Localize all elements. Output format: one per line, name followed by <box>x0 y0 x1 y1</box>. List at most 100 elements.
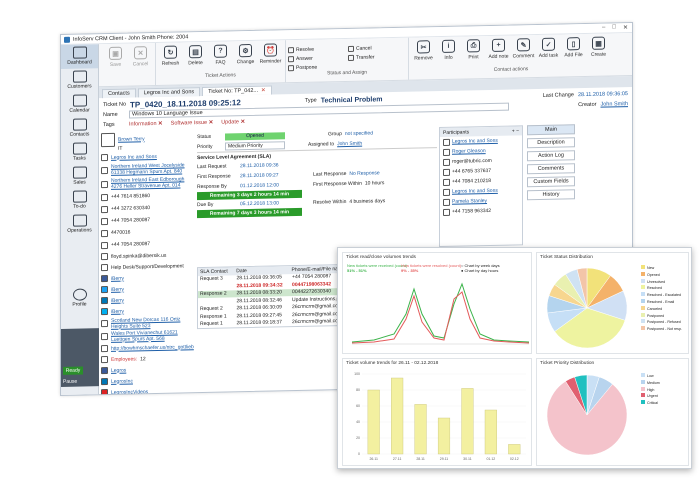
note-icon <box>101 263 108 272</box>
status-badge[interactable]: Opened <box>225 131 285 141</box>
comments-tab-button[interactable]: Comments <box>527 163 575 175</box>
y-tick-label: 100 <box>354 372 360 376</box>
ticket-type[interactable]: Technical Problem <box>321 96 383 104</box>
legend-item: Postponed <box>641 312 682 320</box>
action-log-tab-button[interactable]: Action Log <box>527 150 575 162</box>
priority-chart-panel: Ticket Priority Distribution Low Medium Hi… <box>536 358 689 466</box>
legend-label: Critical <box>647 401 658 406</box>
transfer-button[interactable]: Transfer <box>348 53 406 61</box>
comment-button[interactable]: ✎ Comment <box>511 38 536 60</box>
legend-label: Postponed - Not resp. <box>647 327 682 332</box>
status-pie <box>546 267 628 349</box>
x-tick-label: 28.11 <box>416 457 425 461</box>
pause-button[interactable]: Pause <box>63 379 77 385</box>
remove-tag-icon[interactable]: ✕ <box>240 119 245 125</box>
legend-label: Unresolved <box>647 279 666 284</box>
map-pin-icon <box>101 180 108 188</box>
legend-label: Resolved <box>647 286 662 291</box>
company-icon <box>101 153 108 162</box>
close-icon[interactable]: ✕ <box>623 24 628 31</box>
info-icon: i <box>442 39 455 53</box>
app-logo-icon <box>64 36 70 43</box>
priority-select[interactable]: Medium Priority <box>225 141 285 151</box>
y-tick-label: 80 <box>356 388 360 392</box>
legend-item: Postponed - Refused <box>641 319 682 326</box>
add-participant-icon[interactable]: + − <box>512 128 519 134</box>
nav-contacts[interactable]: Contacts <box>61 116 98 141</box>
add-file-button[interactable]: ▯ Add File <box>561 37 586 59</box>
legend-swatch <box>641 326 645 331</box>
delete-button[interactable]: ▤ Delete <box>183 45 208 67</box>
nav-tasks[interactable]: Tasks <box>61 140 98 165</box>
legend-item: Low <box>641 373 660 380</box>
create-icon: ▦ <box>592 36 605 50</box>
add-task-button[interactable]: ✓ Add task <box>536 37 561 60</box>
profile-icon <box>72 288 87 301</box>
left-navigation: Dashboard Customers Calendar Contacts Ta… <box>61 44 99 396</box>
answer-button[interactable]: Answer <box>288 54 346 62</box>
legend-swatch <box>641 298 645 303</box>
map-pin-icon <box>101 332 108 341</box>
transfer-icon <box>348 54 354 61</box>
faq-button[interactable]: ? FAQ <box>208 44 233 66</box>
maximize-icon[interactable]: □ <box>612 24 616 31</box>
x-tick-label: 30.11 <box>463 457 472 461</box>
save-button[interactable]: ▣ Save <box>103 46 128 69</box>
nav-sales[interactable]: Sales <box>61 164 98 189</box>
day-hours-option[interactable]: ● Chart by day hours <box>461 268 498 273</box>
description-tab-button[interactable]: Description <box>527 137 575 149</box>
resolve-button[interactable]: Resolve <box>288 45 346 53</box>
main-tab-button[interactable]: Main <box>527 124 575 136</box>
legend-item: Critical <box>641 400 660 407</box>
cancel-button[interactable]: ✕ Cancel <box>128 46 153 68</box>
tag-update[interactable]: Update ✕ <box>221 119 245 126</box>
info-button[interactable]: i Info <box>436 39 461 62</box>
last-change-value: 28.11.2018 09:36:05 <box>577 91 628 99</box>
operations-icon <box>72 214 87 227</box>
custom-fields-tab-button[interactable]: Custom Fields <box>527 176 575 188</box>
nav-calendar[interactable]: Calendar <box>61 92 98 117</box>
tag-information[interactable]: Information ✕ <box>129 121 163 128</box>
company-icon <box>443 138 450 146</box>
volume-bar <box>461 388 474 455</box>
legend-swatch <box>641 292 645 297</box>
legend-item: Canceled <box>641 305 682 313</box>
nav-profile[interactable]: Profile <box>61 286 98 311</box>
nav-dashboard[interactable]: Dashboard <box>61 44 98 69</box>
resolve-icon <box>288 46 294 53</box>
nav-todo[interactable]: To-do <box>61 188 98 213</box>
refresh-button[interactable]: ↻ Refresh <box>158 45 183 67</box>
sla-panel: Status Opened Group not specified Priority M… <box>197 127 437 232</box>
legend-item: Unresolved <box>641 278 682 286</box>
add-note-icon: + <box>492 38 505 52</box>
volume-bar <box>391 377 404 455</box>
creator-link[interactable]: John Smith <box>600 101 628 108</box>
contact-panel: Brown Terry IT Legros Inc and Sons North… <box>101 132 194 396</box>
legend-label: Postponed <box>647 313 665 318</box>
priority-legend: Low Medium High Urgent Critical <box>641 373 660 407</box>
remove-tag-icon[interactable]: ✕ <box>158 121 163 127</box>
close-tab-icon[interactable]: ✕ <box>261 88 266 94</box>
contact-name[interactable]: Brown Terry <box>118 136 145 143</box>
history-tab-button[interactable]: History <box>527 189 575 201</box>
phone-icon <box>101 205 108 213</box>
print-button[interactable]: ⎙ Print <box>461 39 486 61</box>
nav-operations[interactable]: Operations <box>61 212 98 237</box>
answer-icon <box>288 55 294 62</box>
remove-button[interactable]: ✂ Remove <box>411 40 436 62</box>
tag-software-issue[interactable]: Software Issue ✕ <box>171 120 214 127</box>
minimize-icon[interactable]: – <box>602 25 605 32</box>
phone-icon <box>101 217 108 225</box>
cancel-ticket-button[interactable]: Cancel <box>348 44 406 52</box>
company-icon <box>443 188 450 196</box>
create-button[interactable]: ▦ Create <box>586 36 611 58</box>
reminder-button[interactable]: ⏰ Reminder <box>258 43 283 65</box>
add-note-button[interactable]: + Add note <box>486 38 511 61</box>
nav-customers[interactable]: Customers <box>61 68 98 93</box>
change-button[interactable]: ⚙ Change <box>233 43 258 66</box>
legend-label: Low <box>647 374 654 378</box>
facebook-icon <box>101 274 108 283</box>
red-series-line <box>351 291 530 344</box>
remove-tag-icon[interactable]: ✕ <box>209 120 214 126</box>
twitter-icon <box>101 285 108 294</box>
